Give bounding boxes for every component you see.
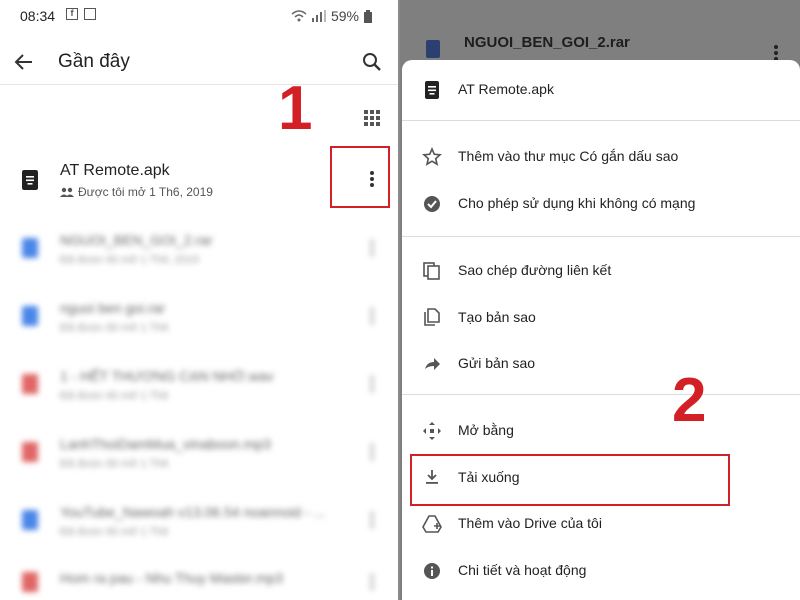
more-options-icon[interactable] — [370, 574, 374, 592]
list-item[interactable]: YouTube_Nawoah v13.06.54 noannoid - ... … — [0, 490, 398, 556]
list-item[interactable]: nguoi ben goi.rar Đã được tôi mở 1 Th6 — [0, 286, 398, 352]
more-options-icon[interactable] — [370, 376, 374, 394]
menu-label: Tạo bản sao — [458, 309, 536, 325]
app-bar: Gần đây — [0, 40, 398, 85]
grid-view-icon[interactable] — [364, 110, 380, 126]
dimmed-background: NGUOI_BEN_GOI_2.rar — [400, 0, 800, 61]
highlight-more-options — [330, 146, 390, 208]
menu-item-add-to-drive[interactable]: Thêm vào Drive của tôi — [402, 504, 800, 544]
menu-label: Mở bằng — [458, 422, 514, 438]
file-icon — [22, 442, 38, 462]
step-number-1: 1 — [278, 74, 313, 143]
list-item[interactable]: Hom ra pau - Nhu Thuy Master.mp3 — [0, 558, 398, 600]
menu-item-copy-link[interactable]: Sao chép đường liên kết — [402, 251, 800, 291]
battery-icon — [364, 9, 372, 23]
divider — [402, 236, 800, 237]
menu-label: Thêm vào Drive của tôi — [458, 515, 602, 531]
divider — [402, 120, 800, 121]
duplicate-icon — [424, 308, 440, 326]
file-icon — [22, 374, 38, 394]
menu-item-offline[interactable]: Cho phép sử dụng khi không có mạng — [402, 184, 800, 224]
step-number-2: 2 — [672, 366, 707, 435]
sheet-file-name: AT Remote.apk — [458, 81, 554, 97]
file-actions-screen: NGUOI_BEN_GOI_2.rar AT Remote.apk Thêm v… — [400, 0, 800, 600]
sheet-header: AT Remote.apk — [402, 70, 800, 110]
add-to-drive-icon — [422, 515, 442, 533]
menu-label: Gửi bản sao — [458, 355, 536, 371]
list-item[interactable]: 1 - HẾT THƯƠNG CẠN NHỚ.wav Đã được tôi m… — [0, 354, 398, 420]
file-icon — [426, 40, 440, 58]
status-time: 08:34 — [20, 8, 56, 24]
file-icon — [22, 572, 38, 592]
star-outline-icon — [422, 147, 442, 166]
file-icon — [22, 238, 38, 258]
more-options-icon[interactable] — [370, 240, 374, 258]
menu-item-open-with[interactable]: Mở bằng — [402, 411, 800, 451]
image-notification-icon — [84, 8, 96, 20]
facebook-notification-icon: f — [66, 8, 78, 20]
menu-item-add-star[interactable]: Thêm vào thư mục Có gắn dấu sao — [402, 137, 800, 177]
file-name: AT Remote.apk — [60, 162, 170, 179]
menu-label: Thêm vào thư mục Có gắn dấu sao — [458, 148, 679, 164]
menu-label: Sao chép đường liên kết — [458, 262, 612, 278]
info-icon — [424, 563, 440, 579]
file-icon — [22, 306, 38, 326]
offline-check-icon — [424, 196, 440, 212]
signal-icon — [311, 10, 326, 22]
status-bar: 08:34 f 59% — [0, 0, 398, 32]
menu-item-details[interactable]: Chi tiết và hoạt động — [402, 551, 800, 591]
send-copy-icon — [425, 358, 440, 370]
bottom-sheet-menu: AT Remote.apk Thêm vào thư mục Có gắn dấ… — [402, 60, 800, 600]
apk-file-icon — [425, 81, 439, 99]
people-icon — [60, 187, 74, 197]
list-item[interactable]: LanhThoiDamMua_vinaboon.mp3 Đã được tôi … — [0, 422, 398, 488]
file-icon — [22, 510, 38, 530]
divider — [402, 394, 800, 395]
menu-item-send-copy[interactable]: Gửi bản sao — [402, 344, 800, 384]
more-options-icon[interactable] — [370, 444, 374, 462]
background-file-name: NGUOI_BEN_GOI_2.rar — [464, 34, 630, 51]
open-with-icon — [423, 422, 441, 440]
more-options-icon[interactable] — [370, 308, 374, 326]
wifi-icon — [291, 10, 307, 22]
copy-link-icon — [423, 262, 440, 280]
search-icon[interactable] — [360, 50, 384, 74]
more-options-icon[interactable] — [370, 512, 374, 530]
back-arrow-icon[interactable] — [12, 50, 36, 74]
menu-label: Cho phép sử dụng khi không có mạng — [458, 195, 696, 211]
page-title: Gần đây — [58, 51, 130, 72]
menu-item-make-copy[interactable]: Tạo bản sao — [402, 298, 800, 338]
apk-file-icon — [22, 170, 38, 190]
list-item[interactable]: NGUOI_BEN_GOI_2.rar Đã được tôi mở 1 Th6… — [0, 218, 398, 284]
highlight-download — [410, 454, 730, 506]
file-meta-text: Được tôi mở 1 Th6, 2019 — [78, 185, 213, 199]
menu-label: Chi tiết và hoạt động — [458, 562, 587, 578]
battery-percent: 59% — [330, 8, 359, 24]
drive-recent-screen: 08:34 f 59% Gần đây AT Remote.apk Được t… — [0, 0, 398, 600]
